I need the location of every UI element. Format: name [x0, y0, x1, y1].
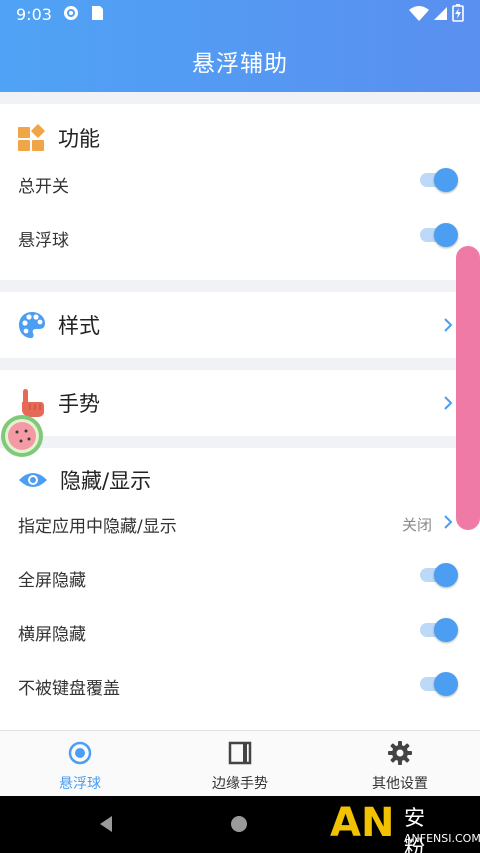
status-time: 9:03	[16, 5, 52, 24]
style-section-title: 样式	[58, 314, 100, 338]
master-switch-toggle[interactable]	[420, 168, 460, 192]
back-icon[interactable]	[96, 814, 116, 834]
keyboard-cover-label: 不被键盘覆盖	[18, 679, 120, 699]
floating-ball-toggle[interactable]	[420, 223, 460, 247]
wifi-status-icon	[409, 6, 429, 21]
chevron-right-icon	[444, 318, 453, 332]
hide-show-card: 隐藏/显示 指定应用中隐藏/显示 关闭 全屏隐藏 横屏隐藏 不被键盘覆盖	[0, 448, 480, 730]
gesture-section-title: 手势	[58, 392, 100, 416]
hide-show-section-title: 隐藏/显示	[60, 469, 152, 493]
gear-icon	[388, 741, 412, 765]
chevron-right-icon	[444, 396, 453, 410]
nav-label-edge-gesture: 边缘手势	[212, 776, 268, 792]
palette-icon	[19, 312, 45, 338]
nav-label-floating-ball: 悬浮球	[59, 776, 101, 792]
app-bar: 9:03 悬浮辅助	[0, 0, 480, 92]
hide-show-section-header: 隐藏/显示	[18, 462, 151, 498]
nav-label-other-settings: 其他设置	[372, 776, 428, 792]
floating-ball-icon[interactable]	[0, 412, 48, 460]
settings-status-icon	[64, 6, 78, 20]
per-app-hide-label[interactable]: 指定应用中隐藏/显示	[18, 512, 177, 537]
function-section-title: 功能	[58, 127, 100, 151]
page-title: 悬浮辅助	[192, 51, 288, 77]
style-row[interactable]: 样式	[0, 292, 480, 358]
sd-card-status-icon	[92, 6, 103, 20]
keyboard-cover-toggle[interactable]	[420, 672, 460, 696]
grid-icon	[18, 124, 45, 151]
style-section-header: 样式	[18, 307, 100, 343]
radio-target-icon	[68, 741, 92, 765]
chevron-right-icon[interactable]	[440, 512, 456, 532]
signal-status-icon	[434, 7, 447, 20]
watermark-domain: ANFENSI.COM	[404, 832, 480, 845]
per-app-hide-value: 关闭	[402, 516, 433, 534]
eye-icon	[19, 473, 47, 487]
floating-ball-label: 悬浮球	[18, 231, 69, 251]
nav-tab-edge-gesture[interactable]: 边缘手势	[160, 731, 320, 797]
watermark-an: AN	[330, 800, 395, 846]
landscape-hide-toggle[interactable]	[420, 618, 460, 642]
nav-tab-floating-ball[interactable]: 悬浮球	[0, 731, 160, 797]
home-icon[interactable]	[230, 815, 248, 833]
edge-panel-icon	[228, 741, 252, 765]
edge-scroll-handle[interactable]	[456, 246, 480, 530]
gesture-row[interactable]: 手势	[0, 370, 480, 436]
fullscreen-hide-toggle[interactable]	[420, 563, 460, 587]
battery-status-icon	[452, 4, 464, 22]
function-card: 功能 总开关 悬浮球	[0, 104, 480, 280]
bottom-navigation: 悬浮球 边缘手势 其他设置	[0, 730, 480, 796]
watermark-name: 安粉丝	[404, 806, 425, 853]
master-switch-label: 总开关	[18, 177, 69, 197]
function-section-header: 功能	[18, 120, 100, 156]
fullscreen-hide-label: 全屏隐藏	[18, 571, 86, 591]
system-navigation-bar: AN 安粉丝 ANFENSI.COM	[0, 796, 480, 853]
landscape-hide-label: 横屏隐藏	[18, 625, 86, 645]
nav-tab-other-settings[interactable]: 其他设置	[320, 731, 480, 797]
